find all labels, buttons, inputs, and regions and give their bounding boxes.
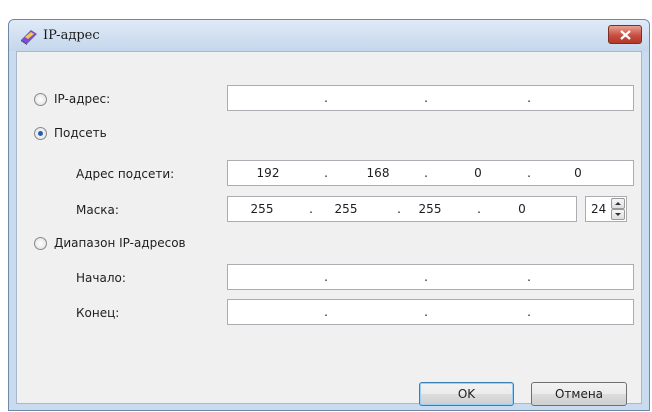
ip-network-icon — [21, 30, 37, 45]
octet-separator: . — [309, 202, 313, 216]
octet-separator: . — [324, 305, 328, 319]
subnet-radio-label[interactable]: Подсеть — [54, 126, 107, 140]
octet-2: 168 — [366, 166, 390, 180]
octet-separator: . — [424, 91, 428, 105]
ip-address-dialog: IP-адрес IP-адрес: . . . Подсеть Адрес п… — [8, 19, 650, 411]
window-title: IP-адрес — [43, 28, 100, 43]
octet-3: 0 — [474, 166, 482, 180]
subnet-address-input[interactable]: 192 . 168 . 0 . 0 — [227, 160, 634, 186]
subnet-address-label: Адрес подсети: — [76, 167, 175, 181]
octet-separator: . — [324, 91, 328, 105]
octet-separator: . — [424, 305, 428, 319]
cancel-button[interactable]: Отмена — [531, 382, 627, 406]
prefix-spinner[interactable]: 24 — [585, 196, 627, 222]
octet-separator: . — [527, 305, 531, 319]
prefix-value: 24 — [591, 202, 607, 216]
octet-separator: . — [424, 166, 428, 180]
subnet-radio[interactable] — [34, 127, 47, 140]
octet-separator: . — [424, 270, 428, 284]
octet-separator: . — [324, 166, 328, 180]
octet-1: 255 — [250, 202, 274, 216]
close-button[interactable] — [608, 25, 642, 44]
ip-address-radio[interactable] — [34, 93, 47, 106]
octet-2: 255 — [334, 202, 358, 216]
octet-separator: . — [477, 202, 481, 216]
close-icon — [620, 30, 631, 40]
ok-button[interactable]: OK — [419, 382, 514, 406]
range-end-input[interactable]: . . . — [227, 299, 634, 325]
dialog-body: IP-адрес: . . . Подсеть Адрес подсети: 1… — [16, 51, 642, 406]
octet-4: 0 — [518, 202, 526, 216]
spinner-buttons — [611, 198, 625, 220]
octet-1: 192 — [256, 166, 280, 180]
octet-separator: . — [527, 91, 531, 105]
mask-label: Маска: — [76, 203, 119, 217]
range-radio-label[interactable]: Диапазон IP-адресов — [54, 236, 186, 250]
ip-address-radio-label[interactable]: IP-адрес: — [54, 92, 110, 106]
spin-down-button[interactable] — [611, 209, 625, 220]
octet-separator: . — [324, 270, 328, 284]
octet-separator: . — [527, 270, 531, 284]
title-bar: IP-адрес — [9, 20, 649, 51]
octet-3: 255 — [418, 202, 442, 216]
range-start-label: Начало: — [76, 271, 126, 285]
range-end-label: Конец: — [76, 306, 120, 320]
range-radio[interactable] — [34, 237, 47, 250]
octet-4: 0 — [574, 166, 582, 180]
range-start-input[interactable]: . . . — [227, 264, 634, 290]
ip-address-input[interactable]: . . . — [227, 85, 634, 111]
mask-input[interactable]: 255 . 255 . 255 . 0 — [227, 196, 577, 222]
spin-up-button[interactable] — [611, 198, 625, 209]
octet-separator: . — [527, 166, 531, 180]
